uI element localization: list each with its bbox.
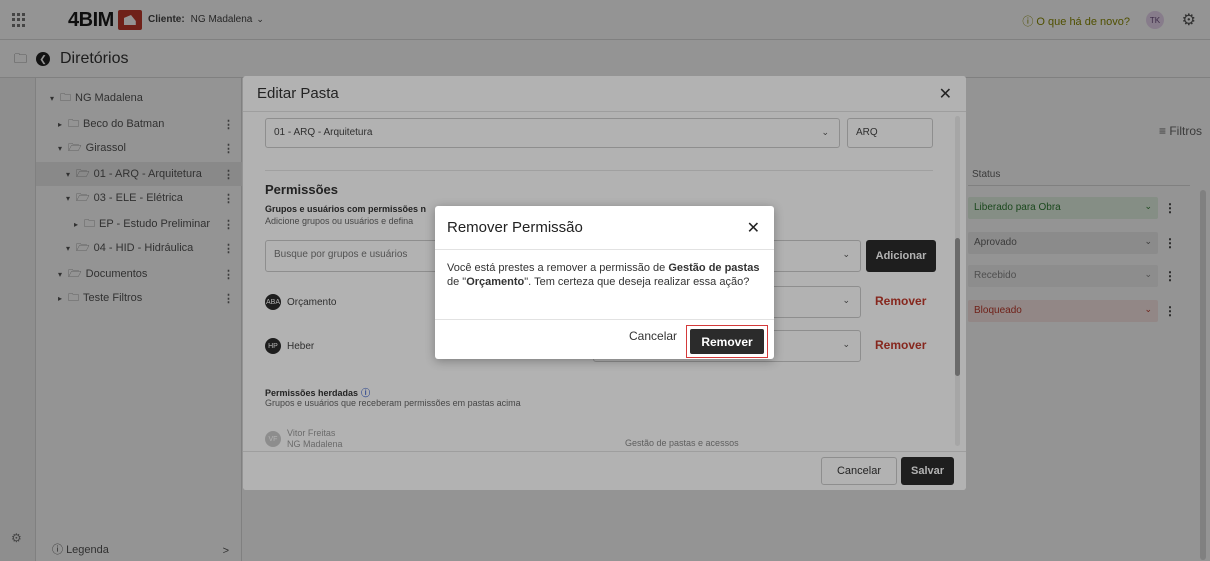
permission-name: Gestão de pastas xyxy=(668,262,760,274)
dialog-header: Remover Permissão ✕ xyxy=(435,206,774,250)
confirm-remove-button[interactable]: Remover xyxy=(690,329,764,354)
dialog-title: Remover Permissão xyxy=(447,219,583,236)
dialog-cancel-button[interactable]: Cancelar xyxy=(629,329,677,343)
group-name: Orçamento xyxy=(466,276,525,288)
dialog-message: Você está prestes a remover a permissão … xyxy=(435,250,774,320)
remove-permission-dialog: Remover Permissão ✕ Você está prestes a … xyxy=(435,206,774,359)
confirm-remove-highlight: Remover xyxy=(686,325,768,358)
close-icon[interactable]: ✕ xyxy=(747,218,760,238)
